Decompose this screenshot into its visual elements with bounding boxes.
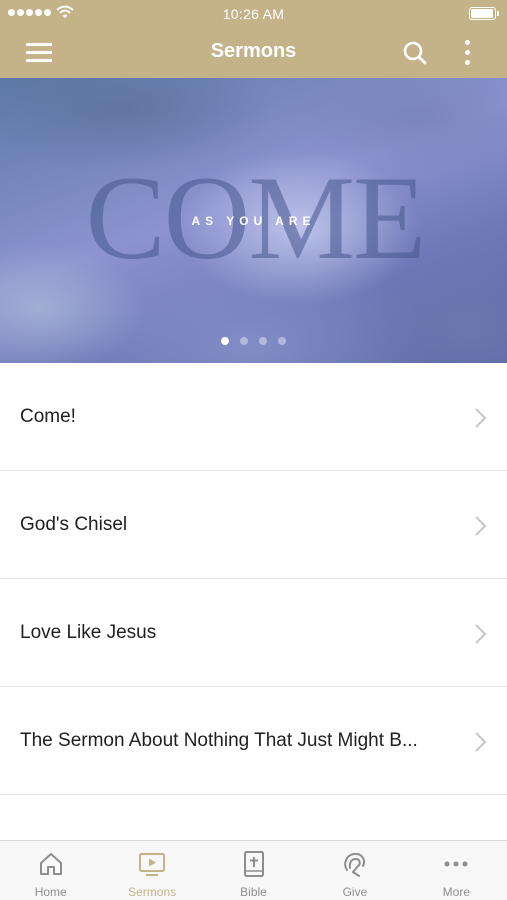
nav-bar: Sermons <box>0 26 507 78</box>
tab-label: Give <box>342 885 368 899</box>
list-item-label: Love Like Jesus <box>20 622 157 643</box>
more-options-button[interactable] <box>455 38 479 68</box>
bible-icon <box>243 851 264 877</box>
list-item[interactable]: God's Chisel <box>0 471 507 579</box>
battery-icon <box>469 7 499 20</box>
list-item[interactable]: Come! <box>0 363 507 471</box>
tab-sermons[interactable]: Sermons <box>101 841 202 900</box>
tab-bar: Home Sermons Bible Give More <box>0 840 507 900</box>
list-item-label: The Sermon About Nothing That Just Might… <box>20 730 418 751</box>
list-item-label: God's Chisel <box>20 514 128 535</box>
tab-give[interactable]: Give <box>304 841 405 900</box>
status-bar: 10:26 AM <box>0 0 507 26</box>
chevron-right-icon <box>475 624 487 644</box>
tab-label: More <box>442 885 470 899</box>
page-title: Sermons <box>210 40 297 62</box>
carousel-dot[interactable] <box>240 337 248 345</box>
tab-label: Bible <box>240 885 267 899</box>
tab-label: Sermons <box>128 885 177 899</box>
video-icon <box>139 853 166 876</box>
sermon-series-banner[interactable]: COME AS YOU ARE <box>0 78 507 363</box>
menu-button[interactable] <box>24 40 54 64</box>
tab-more[interactable]: More <box>406 841 507 900</box>
list-item[interactable]: The Sermon About Nothing That Just Might… <box>0 687 507 795</box>
search-icon[interactable] <box>400 38 430 68</box>
list-item-label: Come! <box>20 406 76 427</box>
home-icon <box>39 853 62 875</box>
give-icon <box>344 852 365 877</box>
carousel-dot[interactable] <box>221 337 229 345</box>
list-item[interactable]: Love Like Jesus <box>0 579 507 687</box>
chevron-right-icon <box>475 408 487 428</box>
carousel-dot[interactable] <box>259 337 267 345</box>
banner-subtitle: AS YOU ARE <box>191 214 316 228</box>
carousel-dot[interactable] <box>278 337 286 345</box>
sermon-list: Come! God's Chisel Love Like Jesus The S… <box>0 363 507 795</box>
tab-label: Home <box>34 885 67 899</box>
tab-home[interactable]: Home <box>0 841 101 900</box>
more-icon <box>444 861 468 867</box>
chevron-right-icon <box>475 516 487 536</box>
tab-bible[interactable]: Bible <box>203 841 304 900</box>
carousel-page-indicator[interactable] <box>0 337 507 345</box>
chevron-right-icon <box>475 732 487 752</box>
status-time: 10:26 AM <box>222 6 285 22</box>
